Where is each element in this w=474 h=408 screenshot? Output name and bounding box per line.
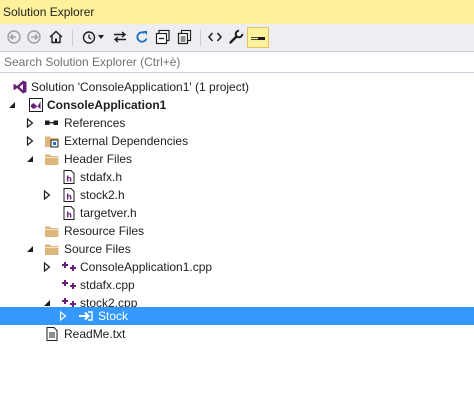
tree-item-label: stock2.h [80, 188, 125, 202]
class-icon [78, 308, 94, 324]
expanded-arrow-icon[interactable] [25, 153, 35, 165]
tree-item-label: Solution 'ConsoleApplication1' (1 projec… [31, 80, 250, 94]
tree-item-label: Header Files [64, 152, 133, 166]
tree-item-label: Source Files [64, 242, 131, 256]
tree-item-label: External Dependencies [64, 134, 189, 148]
expanded-arrow-icon[interactable] [25, 243, 35, 255]
svg-text:h: h [66, 193, 72, 202]
tree-item-external-dependencies[interactable]: External Dependencies [0, 132, 474, 150]
toolbar [0, 24, 474, 51]
tree-item-label: References [64, 116, 126, 130]
tree-item-header-files[interactable]: Header Files [0, 150, 474, 168]
tree-item-stock2-h[interactable]: h stock2.h [0, 186, 474, 204]
show-all-files-icon[interactable] [175, 27, 195, 47]
back-icon[interactable] [4, 27, 24, 47]
tree-item-targetver-h[interactable]: h targetver.h [0, 204, 474, 222]
tree-item-project[interactable]: ConsoleApplication1 [0, 96, 474, 114]
collapsed-arrow-icon[interactable] [25, 117, 35, 129]
refresh-icon[interactable] [132, 27, 152, 47]
tree-item-label: targetver.h [80, 206, 137, 220]
tree-item-label: ConsoleApplication1.cpp [80, 260, 213, 274]
tree-item-label: stdafx.h [80, 170, 123, 184]
title-bar: Solution Explorer [0, 0, 474, 24]
text-file-icon [44, 326, 60, 342]
tree-item-stdafx-cpp[interactable]: stdafx.cpp [0, 276, 474, 294]
references-icon [44, 115, 60, 131]
forward-icon[interactable] [24, 27, 44, 47]
search-input[interactable] [0, 52, 474, 72]
svg-text:h: h [66, 211, 72, 220]
tree-item-source-files[interactable]: Source Files [0, 240, 474, 258]
properties-icon[interactable] [226, 27, 246, 47]
tree-item-consoleapplication1-cpp[interactable]: ConsoleApplication1.cpp [0, 258, 474, 276]
search-bar [0, 51, 474, 73]
cpp-file-icon [61, 277, 77, 293]
collapsed-arrow-icon[interactable] [58, 310, 68, 322]
folder-icon [44, 241, 60, 257]
cpp-file-icon [61, 259, 77, 275]
home-icon[interactable] [46, 27, 66, 47]
folder-icon [44, 151, 60, 167]
collapse-all-icon[interactable] [153, 27, 173, 47]
header-file-icon: h [61, 169, 77, 185]
tree-item-solution[interactable]: Solution 'ConsoleApplication1' (1 projec… [0, 78, 474, 96]
toolbar-separator [72, 29, 73, 46]
header-file-icon: h [61, 205, 77, 221]
sync-icon[interactable] [110, 27, 130, 47]
tree-item-label: Stock [98, 309, 129, 323]
view-code-icon[interactable] [205, 27, 225, 47]
tree-item-label: ReadMe.txt [64, 327, 126, 341]
tree-item-references[interactable]: References [0, 114, 474, 132]
project-icon [28, 97, 44, 113]
collapsed-arrow-icon[interactable] [25, 135, 35, 147]
tree-item-stock-class[interactable]: Stock [0, 307, 474, 325]
expanded-arrow-icon[interactable] [7, 99, 17, 111]
preview-selected-icon[interactable] [247, 27, 269, 48]
svg-text:h: h [66, 175, 72, 184]
external-dependencies-icon [44, 133, 60, 149]
header-file-icon: h [61, 187, 77, 203]
collapsed-arrow-icon[interactable] [42, 261, 52, 273]
dropdown-icon[interactable] [95, 27, 107, 47]
tree-item-label: stdafx.cpp [80, 278, 135, 292]
window-title: Solution Explorer [3, 5, 95, 19]
collapsed-arrow-icon[interactable] [42, 189, 52, 201]
tree-item-label: Resource Files [64, 224, 145, 238]
toolbar-separator [200, 29, 201, 46]
tree-item-readme-txt[interactable]: ReadMe.txt [0, 325, 474, 343]
tree-item-resource-files[interactable]: Resource Files [0, 222, 474, 240]
tree-item-label: ConsoleApplication1 [47, 98, 167, 112]
folder-icon [44, 223, 60, 239]
tree-item-stdafx-h[interactable]: h stdafx.h [0, 168, 474, 186]
solution-icon [12, 79, 28, 95]
